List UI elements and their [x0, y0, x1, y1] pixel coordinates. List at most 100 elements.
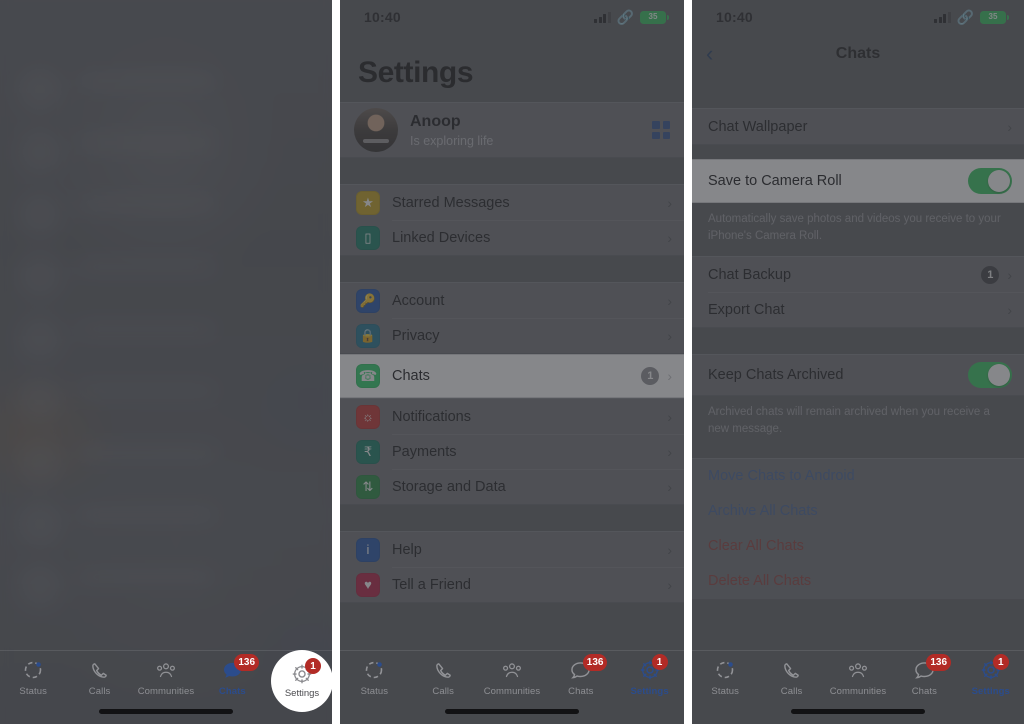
row-label: Payments: [392, 443, 457, 460]
key-icon: 🔑: [356, 288, 380, 313]
profile-status: Is exploring life: [410, 133, 494, 148]
tab-label: Chats: [568, 686, 594, 697]
settings-row-notifications[interactable]: ☼ Notifications ›: [340, 399, 684, 434]
row-chat-backup[interactable]: Chat Backup 1 ›: [692, 257, 1024, 292]
status-time: 10:40: [716, 9, 753, 25]
gear-icon: 1: [619, 654, 681, 683]
status-bar-panel2: 10:40 🔗 35: [340, 0, 684, 34]
qr-code-icon[interactable]: [652, 121, 670, 139]
three-panel-screenshot: Status Calls Communities 136 Chats 1 Set…: [0, 0, 1024, 724]
link-delete-all-chats[interactable]: Delete All Chats: [692, 564, 1024, 599]
tab-settings[interactable]: 1 Settings: [960, 654, 1022, 697]
tab-communities[interactable]: Communities: [827, 657, 889, 697]
chats-settings-scroll: Chat Wallpaper › Save to Camera Roll Aut…: [692, 74, 1024, 600]
keep-chats-archived-toggle[interactable]: [968, 362, 1012, 389]
tab-status[interactable]: Status: [343, 657, 405, 697]
row-label: Storage and Data: [392, 478, 506, 495]
settings-tab-spotlight[interactable]: 1 Settings: [271, 650, 332, 712]
status-bar-panel3: 10:40 🔗 35: [692, 0, 1024, 34]
settings-row-privacy[interactable]: 🔒 Privacy ›: [340, 318, 684, 353]
chain-link-icon: 🔗: [616, 9, 634, 25]
row-save-to-camera-roll-highlighted[interactable]: Save to Camera Roll: [692, 159, 1024, 203]
chevron-right-icon: ›: [667, 194, 672, 211]
settings-scroll: Settings Anoop Is exploring life ★ Starr…: [340, 34, 684, 603]
row-keep-chats-archived[interactable]: Keep Chats Archived: [692, 355, 1024, 395]
phone-icon: [69, 657, 131, 683]
tab-badge-chats: 136: [234, 654, 260, 671]
settings-row-payments[interactable]: ₹ Payments ›: [340, 434, 684, 469]
tab-badge-settings: 1: [651, 654, 668, 670]
tab-chats[interactable]: 136 Chats: [550, 654, 612, 697]
tab-chats[interactable]: 136 Chats: [893, 654, 955, 697]
link-archive-all-chats[interactable]: Archive All Chats: [692, 494, 1024, 529]
panel-divider-2: [684, 0, 692, 724]
settings-row-linked-devices[interactable]: ▯ Linked Devices ›: [340, 220, 684, 255]
settings-group-3: i Help › ♥ Tell a Friend ›: [340, 531, 684, 603]
battery-level: 35: [648, 12, 658, 21]
settings-row-help[interactable]: i Help ›: [340, 532, 684, 567]
tab-badge-settings: 1: [305, 658, 321, 674]
chat-bubble-icon: 136: [893, 654, 955, 683]
tab-calls[interactable]: Calls: [412, 657, 474, 697]
info-icon: i: [356, 537, 380, 562]
gear-icon: 1: [960, 654, 1022, 683]
whatsapp-icon: ☎: [356, 364, 380, 388]
tab-communities[interactable]: Communities: [481, 657, 543, 697]
page-title: Settings: [358, 56, 474, 89]
tab-label: Calls: [88, 686, 111, 697]
tab-status[interactable]: Status: [694, 657, 756, 697]
tab-calls[interactable]: Calls: [69, 657, 131, 697]
toggle-knob: [988, 364, 1010, 387]
row-chat-wallpaper[interactable]: Chat Wallpaper ›: [692, 109, 1024, 144]
save-to-camera-roll-toggle[interactable]: [968, 168, 1012, 194]
chevron-right-icon: ›: [667, 576, 672, 593]
chat-actions-section: Move Chats to Android Archive All Chats …: [692, 457, 1024, 600]
row-export-chat[interactable]: Export Chat ›: [692, 292, 1024, 327]
chevron-right-icon: ›: [667, 229, 672, 246]
home-indicator: [791, 709, 925, 714]
profile-row[interactable]: Anoop Is exploring life: [340, 102, 684, 158]
blurred-chat-rows: [0, 0, 332, 724]
keep-archived-section: Keep Chats Archived: [692, 354, 1024, 397]
tab-label: Chats: [218, 686, 246, 697]
tab-badge-settings: 1: [992, 654, 1009, 670]
settings-row-account[interactable]: 🔑 Account ›: [340, 283, 684, 318]
tab-label: Status: [19, 686, 47, 697]
chevron-left-icon[interactable]: ‹: [706, 43, 713, 65]
row-save-to-camera-roll[interactable]: Save to Camera Roll: [692, 160, 1024, 202]
tab-label: Calls: [780, 686, 803, 697]
tab-label: Communities: [483, 686, 541, 697]
nav-title: Chats: [835, 45, 881, 62]
lock-icon: 🔒: [356, 323, 380, 348]
chevron-right-icon: ›: [667, 292, 672, 309]
tab-settings[interactable]: 1 Settings: [619, 654, 681, 697]
battery-icon: 35: [640, 10, 669, 24]
phone-icon: [761, 657, 823, 683]
settings-row-storage-and-data[interactable]: ⇅ Storage and Data ›: [340, 469, 684, 504]
row-badge: 1: [981, 265, 1000, 284]
chevron-right-icon: ›: [667, 541, 672, 558]
link-move-chats-to-android[interactable]: Move Chats to Android: [692, 459, 1024, 494]
heart-icon: ♥: [356, 572, 380, 597]
chevron-right-icon: ›: [667, 327, 672, 344]
helper-text-camera-roll: Automatically save photos and videos you…: [708, 213, 1001, 242]
tab-chats[interactable]: 136 Chats: [201, 654, 263, 697]
tab-status[interactable]: Status: [2, 657, 64, 697]
nav-bar: ‹ Chats: [692, 34, 1024, 74]
tab-calls[interactable]: Calls: [761, 657, 823, 697]
settings-row-starred-messages[interactable]: ★ Starred Messages ›: [340, 185, 684, 220]
profile-name: Anoop: [410, 113, 461, 131]
chevron-right-icon: ›: [1007, 266, 1012, 283]
settings-row-chats[interactable]: ☎ Chats 1 ›: [340, 355, 684, 397]
tab-badge-chats: 136: [926, 654, 952, 671]
row-label: Keep Chats Archived: [708, 367, 844, 384]
link-clear-all-chats[interactable]: Clear All Chats: [692, 529, 1024, 564]
settings-row-tell-a-friend[interactable]: ♥ Tell a Friend ›: [340, 567, 684, 602]
helper-text-archived: Archived chats will remain archived when…: [708, 406, 990, 436]
settings-row-chats-highlighted[interactable]: ☎ Chats 1 ›: [340, 354, 684, 398]
settings-group-2: 🔑 Account › 🔒 Privacy ›: [340, 282, 684, 354]
tab-communities[interactable]: Communities: [135, 657, 197, 697]
